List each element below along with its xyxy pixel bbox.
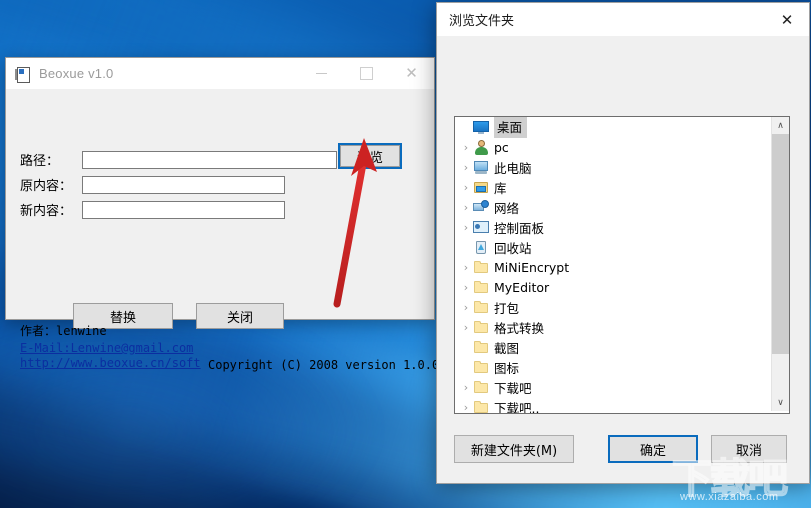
tree-item-desktop[interactable]: 桌面 (455, 117, 772, 138)
tree-item-label: 控制面板 (494, 220, 545, 236)
tree-scrollbar[interactable]: ∧ ∨ (771, 117, 789, 411)
tree-item-library[interactable]: › 库 (455, 177, 772, 197)
browse-folder-dialog[interactable]: 浏览文件夹 ✕ 桌面 › pc › 此电脑 › 库 › 网络 › 控制面板 回收… (436, 2, 810, 484)
tree-item-label: 打包 (494, 300, 520, 316)
chevron-right-icon[interactable]: › (459, 381, 473, 394)
folder-icon (473, 339, 489, 355)
tree-item-label: 下载吧 (494, 380, 532, 396)
beoxue-titlebar[interactable]: Beoxue v1.0 ✕ (6, 58, 434, 89)
tree-item-recycle-bin[interactable]: 回收站 (455, 237, 772, 257)
beoxue-body: 路径： 原内容： 新内容： 浏览 替换 关闭 (6, 89, 434, 329)
chevron-right-icon[interactable]: › (459, 281, 473, 294)
tree-item-label: 回收站 (494, 240, 532, 256)
folder-icon (473, 319, 489, 335)
tree-item-xiazaiba-2[interactable]: › 下载吧.. (455, 397, 772, 414)
tree-item-this-pc[interactable]: › 此电脑 (455, 157, 772, 177)
path-field-row: 路径： (20, 150, 337, 169)
ok-button[interactable]: 确定 (608, 435, 698, 463)
dialog-close-icon[interactable]: ✕ (765, 3, 809, 36)
scroll-down-icon[interactable]: ∨ (772, 394, 789, 411)
chevron-right-icon[interactable]: › (459, 321, 473, 334)
this-pc-icon (473, 159, 489, 175)
chevron-right-icon[interactable]: › (459, 401, 473, 414)
tree-item-format-convert[interactable]: › 格式转换 (455, 317, 772, 337)
scrollbar-thumb[interactable] (772, 134, 789, 354)
close-button[interactable]: ✕ (389, 58, 434, 89)
tree-item-network[interactable]: › 网络 (455, 197, 772, 217)
chevron-right-icon[interactable]: › (459, 261, 473, 274)
close-action-button[interactable]: 关闭 (196, 303, 284, 329)
beoxue-window[interactable]: Beoxue v1.0 ✕ 路径： 原内容： 新内容： 浏览 替换 关闭 作者：… (5, 57, 439, 372)
folder-icon (473, 359, 489, 375)
old-content-input[interactable] (82, 175, 285, 194)
new-content-field-row: 新内容： (20, 200, 285, 219)
tree-item-label: 桌面 (494, 117, 528, 138)
path-label: 路径： (20, 154, 60, 169)
folder-icon (473, 279, 489, 295)
chevron-right-icon[interactable]: › (459, 161, 473, 174)
folder-icon (473, 399, 489, 413)
tree-item-label: 格式转换 (494, 320, 545, 336)
chevron-right-icon[interactable]: › (459, 181, 473, 194)
tree-item-icons[interactable]: 图标 (455, 357, 772, 377)
tree-item-label: 图标 (494, 360, 520, 376)
recycle-bin-icon (473, 239, 489, 255)
new-folder-button[interactable]: 新建文件夹(M) (454, 435, 574, 463)
website-link[interactable]: http://www.beoxue.cn/soft (20, 356, 201, 370)
tree-item-label: 此电脑 (494, 160, 532, 176)
document-icon (15, 66, 31, 83)
email-link[interactable]: E-Mail:Lenwine@gmail.com (20, 341, 201, 355)
folder-tree[interactable]: 桌面 › pc › 此电脑 › 库 › 网络 › 控制面板 回收站 › MiNi… (454, 116, 790, 414)
beoxue-footer: 作者：lenwine E-Mail:Lenwine@gmail.com http… (20, 322, 201, 371)
chevron-right-icon[interactable]: › (459, 201, 473, 214)
tree-item-label: 截图 (494, 340, 520, 356)
tree-item-label: 库 (494, 180, 507, 196)
old-content-field-row: 原内容： (20, 175, 285, 194)
tree-item-myeditor[interactable]: › MyEditor (455, 277, 772, 297)
folder-icon (473, 299, 489, 315)
tree-item-label: MyEditor (494, 279, 550, 295)
beoxue-title: Beoxue v1.0 (39, 66, 114, 81)
dialog-title: 浏览文件夹 (449, 14, 515, 29)
folder-tree-list: 桌面 › pc › 此电脑 › 库 › 网络 › 控制面板 回收站 › MiNi… (455, 117, 772, 414)
tree-item-package[interactable]: › 打包 (455, 297, 772, 317)
browse-button[interactable]: 浏览 (338, 143, 402, 169)
desktop-monitor-icon (473, 119, 489, 135)
path-input[interactable] (82, 150, 337, 169)
chevron-right-icon[interactable]: › (459, 221, 473, 234)
control-panel-icon (473, 219, 489, 235)
library-icon (473, 179, 489, 195)
chevron-right-icon[interactable]: › (459, 141, 473, 154)
user-icon (473, 139, 489, 155)
tree-item-screenshot[interactable]: 截图 (455, 337, 772, 357)
tree-item-control-panel[interactable]: › 控制面板 (455, 217, 772, 237)
folder-icon (473, 259, 489, 275)
new-content-label: 新内容： (20, 204, 73, 219)
tree-item-label: 网络 (494, 200, 520, 216)
new-content-input[interactable] (82, 200, 285, 219)
dialog-titlebar[interactable]: 浏览文件夹 ✕ (437, 3, 809, 37)
maximize-button[interactable] (344, 58, 389, 89)
folder-icon (473, 379, 489, 395)
tree-item-label: 下载吧.. (494, 400, 540, 414)
old-content-label: 原内容： (20, 179, 73, 194)
chevron-right-icon[interactable]: › (459, 301, 473, 314)
network-icon (473, 199, 489, 215)
tree-item-label: pc (494, 139, 509, 155)
tree-item-pc[interactable]: › pc (455, 137, 772, 157)
tree-item-label: MiNiEncrypt (494, 259, 570, 275)
beoxue-window-controls: ✕ (299, 58, 434, 89)
scroll-up-icon[interactable]: ∧ (772, 117, 789, 134)
tree-item-minencrypt[interactable]: › MiNiEncrypt (455, 257, 772, 277)
author-text: 作者：lenwine (20, 324, 107, 338)
dialog-body: 桌面 › pc › 此电脑 › 库 › 网络 › 控制面板 回收站 › MiNi… (437, 37, 809, 482)
cancel-button[interactable]: 取消 (711, 435, 787, 463)
tree-item-xiazaiba[interactable]: › 下载吧 (455, 377, 772, 397)
minimize-button[interactable] (299, 58, 344, 89)
copyright-text: Copyright (C) 2008 version 1.0.0 (208, 358, 440, 372)
